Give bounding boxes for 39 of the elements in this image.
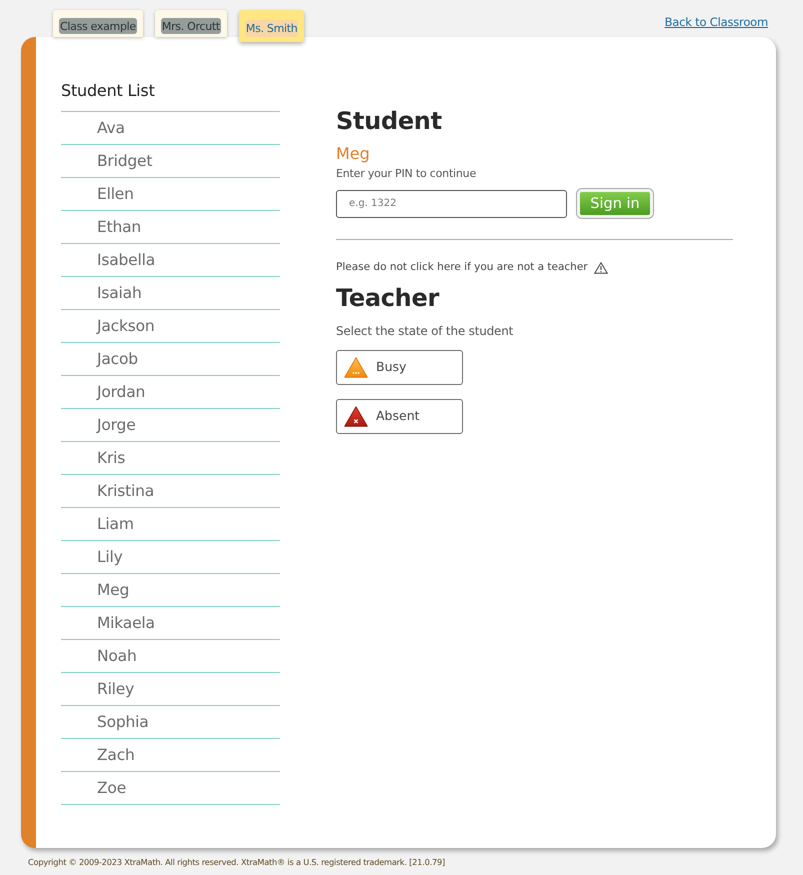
student-list-item[interactable]: Mikaela bbox=[61, 607, 280, 640]
student-list-item[interactable]: Zach bbox=[61, 739, 280, 772]
class-tab[interactable]: Mrs. Orcutt bbox=[154, 10, 227, 37]
warning-text: Please do not click here if you are not a teacher bbox=[336, 260, 588, 275]
student-list-item[interactable]: Lily bbox=[61, 541, 280, 574]
student-list-item[interactable]: Ellen bbox=[61, 178, 280, 211]
cross-triangle-icon bbox=[344, 406, 368, 427]
pin-field[interactable]: e.g. 1322 bbox=[336, 190, 567, 218]
student-list-item[interactable]: Meg bbox=[61, 574, 280, 607]
student-list-item[interactable]: Jacob bbox=[61, 343, 280, 376]
student-list-item[interactable]: Noah bbox=[61, 640, 280, 673]
student-heading: Student bbox=[336, 107, 443, 135]
student-list-item[interactable]: Liam bbox=[61, 508, 280, 541]
back-to-classroom-link[interactable]: Back to Classroom bbox=[664, 14, 768, 32]
student-list-item[interactable]: Riley bbox=[61, 673, 280, 706]
student-list-item[interactable]: Isabella bbox=[61, 244, 280, 277]
student-list-item[interactable]: Jackson bbox=[61, 310, 280, 343]
class-tab[interactable]: Class example bbox=[53, 10, 143, 37]
copyright-text: Copyright © 2009-2023 XtraMath. All rights reserved. XtraMath® is a U.S. registered trademark. [21.0.79] bbox=[28, 856, 446, 868]
state-prompt: Select the state of the student bbox=[336, 324, 514, 338]
student-list-item[interactable]: Isaiah bbox=[61, 277, 280, 310]
student-list-title: Student List bbox=[61, 80, 156, 102]
absent-button[interactable]: Absent bbox=[336, 398, 463, 434]
student-name: Meg bbox=[336, 144, 371, 164]
student-list-item[interactable]: Jorge bbox=[61, 409, 280, 442]
student-list-item[interactable]: Ethan bbox=[61, 211, 280, 244]
warning-icon bbox=[594, 262, 608, 274]
student-list-item[interactable]: Bridget bbox=[61, 145, 280, 178]
student-list-item[interactable]: Jordan bbox=[61, 376, 280, 409]
student-list-item[interactable]: Zoe bbox=[61, 772, 280, 805]
busy-button[interactable]: Busy bbox=[336, 350, 463, 385]
class-tab[interactable]: Ms. Smith bbox=[238, 10, 304, 42]
teacher-heading: Teacher bbox=[336, 284, 440, 312]
student-list-item[interactable]: Kris bbox=[61, 442, 280, 475]
student-list-item[interactable]: Ava bbox=[61, 112, 280, 145]
ellipsis-triangle-icon bbox=[344, 356, 368, 378]
student-list-item[interactable]: Sophia bbox=[61, 706, 280, 739]
student-list-item[interactable]: Kristina bbox=[61, 475, 280, 508]
pin-prompt: Enter your PIN to continue bbox=[336, 167, 478, 181]
